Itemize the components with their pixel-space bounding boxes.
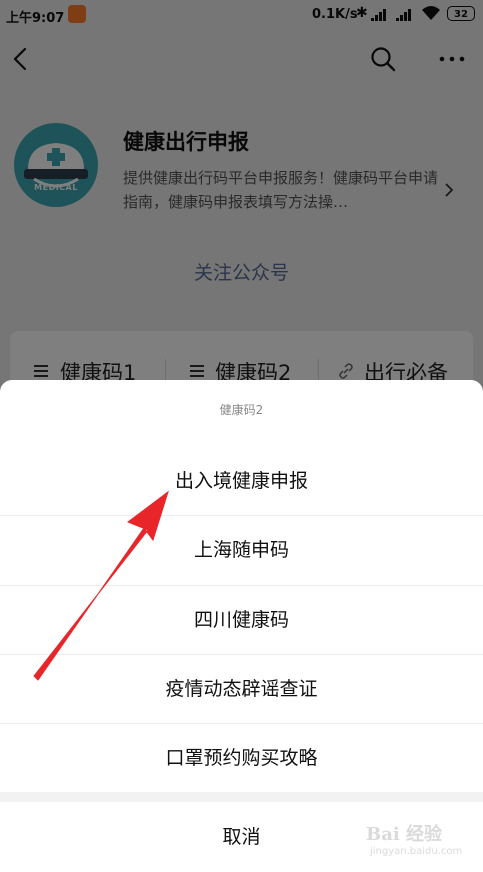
watermark-brand: Bai 经验 [366,824,442,845]
option-entry-exit-health-declaration[interactable]: 出入境健康申报 [0,447,483,516]
option-shanghai-code[interactable]: 上海随申码 [0,516,483,585]
action-sheet-title: 健康码2 [219,403,264,417]
sheet-gap [0,792,483,802]
baidu-watermark: Bai 经验 jingyan.baidu.com [362,820,477,866]
action-sheet: 健康码2 出入境健康申报 上海随申码 四川健康码 疫情动态辟谣查证 口罩预约购买… [0,380,483,872]
option-epidemic-rumor-check[interactable]: 疫情动态辟谣查证 [0,655,483,724]
watermark-url: jingyan.baidu.com [370,846,463,857]
option-mask-reservation-guide[interactable]: 口罩预约购买攻略 [0,724,483,793]
option-sichuan-health-code[interactable]: 四川健康码 [0,586,483,655]
